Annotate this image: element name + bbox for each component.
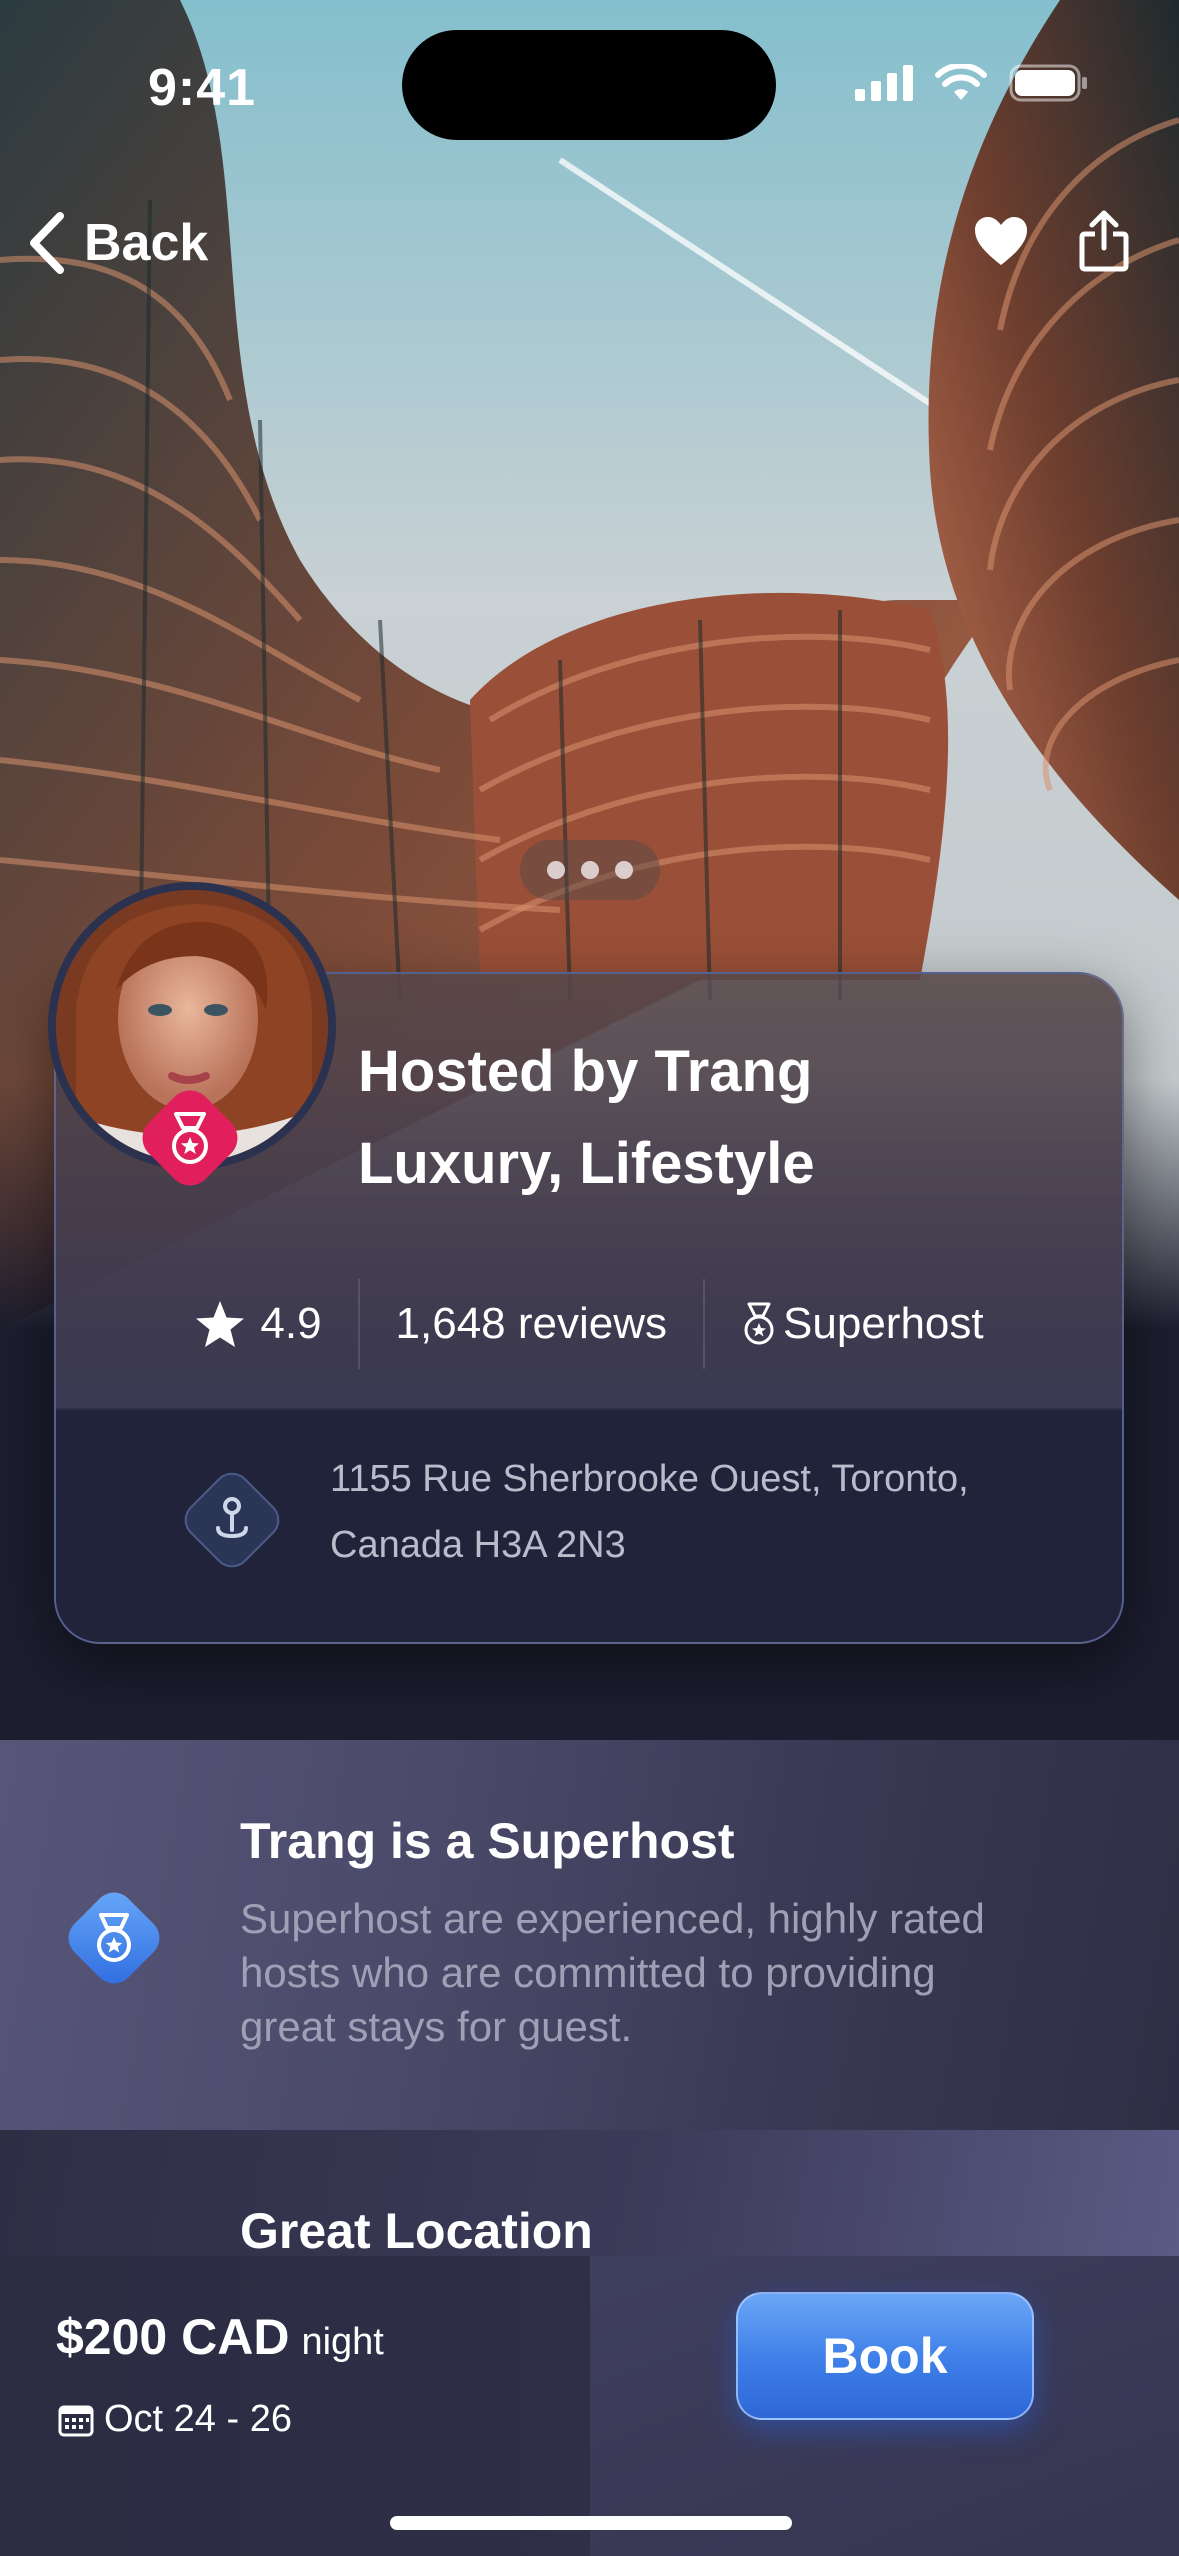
- superhost-section-description: Superhost are experienced, highly rated …: [240, 1895, 985, 2050]
- host-stats: 4.9 1,648 reviews Superhost: [56, 1264, 1122, 1384]
- address-line: 1155 Rue Sherbrooke Ouest, Toronto,: [330, 1458, 969, 1500]
- signal-icon: [855, 65, 913, 101]
- rating-stat[interactable]: 4.9: [158, 1299, 357, 1349]
- host-name: Hosted by Trang: [358, 1039, 813, 1104]
- price: $200 CAD night: [56, 2308, 384, 2366]
- booking-bar: $200 CAD night Oct 24 - 26 Book: [0, 2256, 1179, 2556]
- host-avatar[interactable]: [48, 882, 336, 1186]
- star-icon: [196, 1301, 245, 1347]
- booking-dates[interactable]: Oct 24 - 26: [58, 2398, 292, 2441]
- back-label: Back: [84, 214, 209, 272]
- address-row[interactable]: 1155 Rue Sherbrooke Ouest, Toronto, Cana…: [56, 1408, 1122, 1642]
- battery-icon: [1009, 64, 1087, 102]
- status-icons: [855, 64, 1089, 102]
- status-bar: 9:41: [0, 0, 1179, 180]
- nav-actions: [973, 210, 1129, 272]
- share-icon[interactable]: [1079, 210, 1129, 272]
- wifi-icon: [935, 64, 987, 100]
- medal-icon: [744, 1302, 774, 1345]
- superhost-label: Superhost: [783, 1299, 984, 1348]
- pager-dot[interactable]: [547, 861, 565, 879]
- book-button[interactable]: Book: [736, 2292, 1034, 2420]
- host-address: 1155 Rue Sherbrooke Ouest, Toronto, Cana…: [330, 1446, 1030, 1578]
- chevron-left-icon: [30, 212, 64, 274]
- status-time: 9:41: [148, 59, 257, 117]
- location-info-section[interactable]: Great Location: [0, 2130, 1179, 2260]
- location-section-title: Great Location: [240, 2203, 593, 2259]
- back-button[interactable]: Back: [26, 212, 208, 274]
- rating-value: 4.9: [260, 1299, 322, 1348]
- heart-icon[interactable]: [973, 215, 1029, 267]
- superhost-badge-icon: [142, 1090, 238, 1186]
- superhost-section-title: Trang is a Superhost: [240, 1813, 735, 1869]
- superhost-stat: Superhost: [705, 1299, 1020, 1349]
- price-amount: $200 CAD: [56, 2309, 290, 2365]
- gallery-pager[interactable]: [520, 840, 660, 900]
- pager-dot[interactable]: [581, 861, 599, 879]
- calendar-icon: [58, 2405, 94, 2436]
- dates-label: Oct 24 - 26: [104, 2398, 292, 2440]
- address-line: Canada H3A 2N3: [330, 1524, 626, 1566]
- reviews-stat[interactable]: 1,648 reviews: [360, 1299, 703, 1349]
- superhost-medal-icon: [68, 1892, 160, 1984]
- reviews-count: 1,648 reviews: [395, 1299, 668, 1348]
- home-indicator[interactable]: [390, 2516, 792, 2530]
- pager-dot[interactable]: [615, 861, 633, 879]
- price-unit: night: [301, 2321, 384, 2363]
- host-title: Hosted by Trang Luxury, Lifestyle: [358, 1026, 815, 1210]
- location-pin-icon: [184, 1472, 280, 1568]
- dynamic-island: [402, 30, 776, 140]
- host-category: Luxury, Lifestyle: [358, 1131, 815, 1196]
- superhost-info-section[interactable]: Trang is a Superhost Superhost are exper…: [0, 1740, 1179, 2130]
